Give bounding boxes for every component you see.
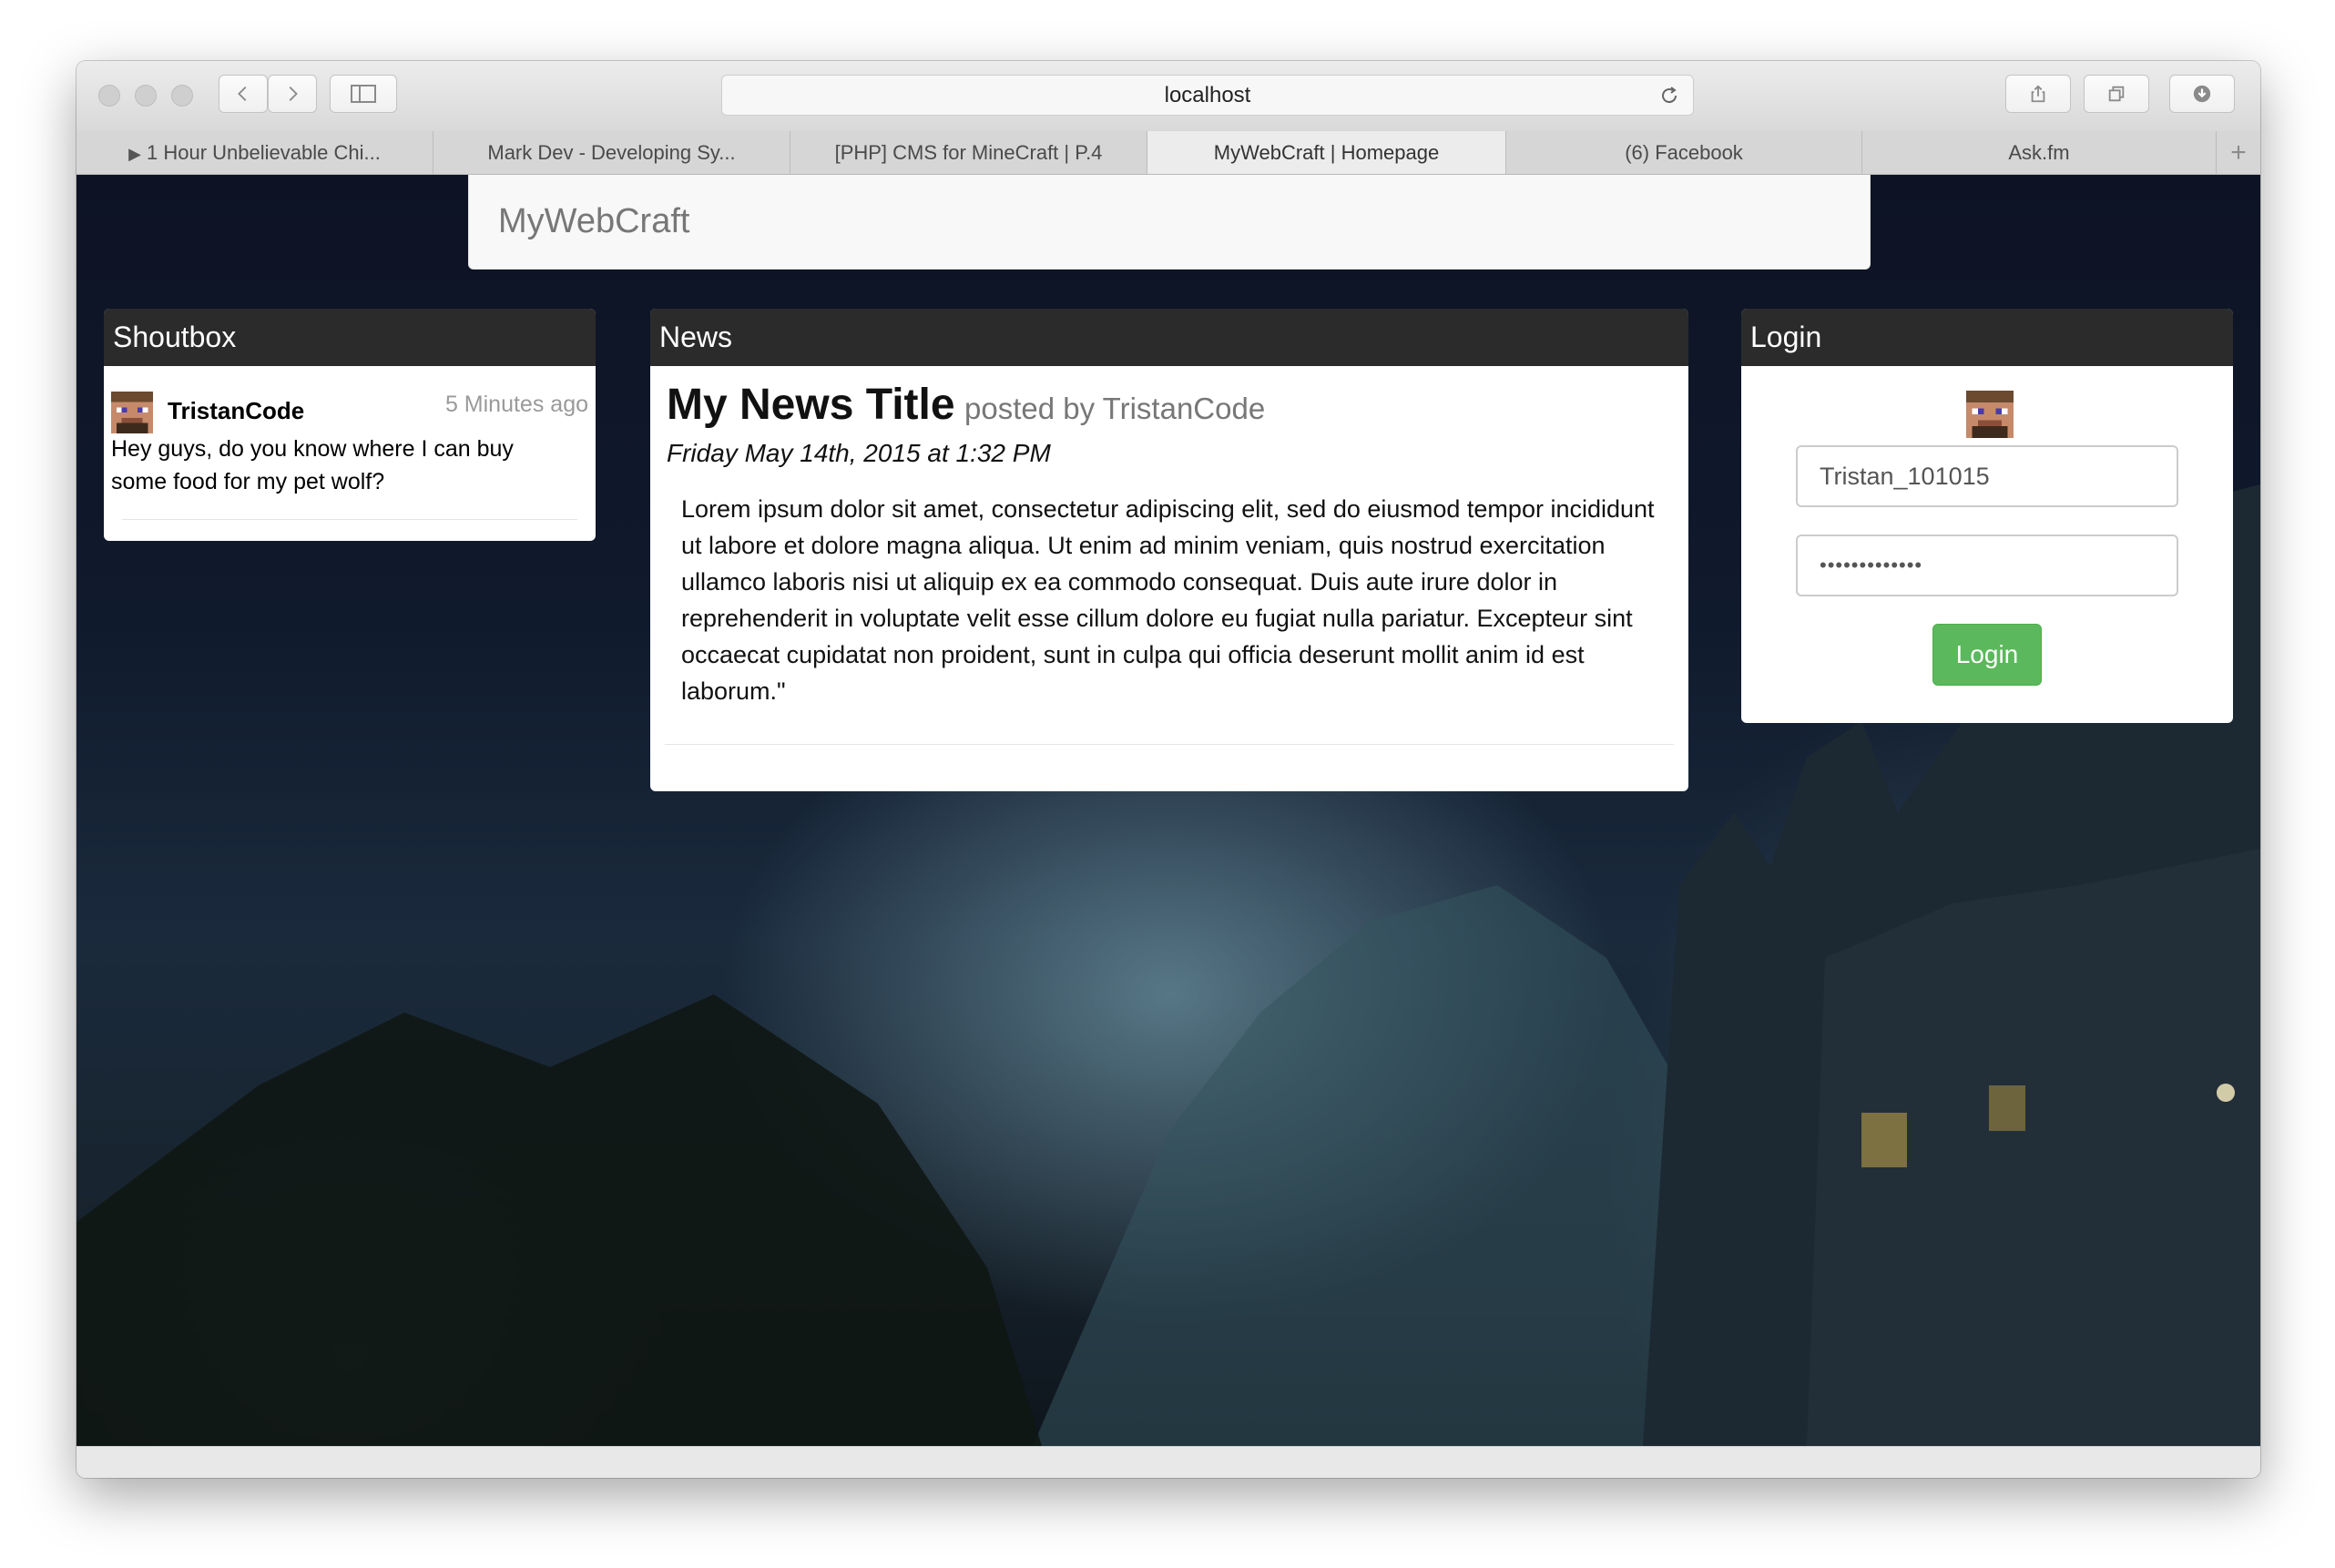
tab-label: [PHP] CMS for MineCraft | P.4 — [834, 141, 1103, 164]
address-bar[interactable]: localhost — [721, 75, 1694, 116]
sidebar-icon — [351, 85, 376, 103]
tabs-icon — [2108, 86, 2125, 102]
browser-window: localhost ▶ 1 Hour Unbelievable Chi... Ma… — [76, 61, 2260, 1478]
browser-bottom-edge — [76, 1446, 2260, 1478]
news-byline: posted by TristanCode — [964, 392, 1266, 425]
shoutbox-title: Shoutbox — [104, 309, 596, 366]
share-button[interactable] — [2005, 75, 2071, 113]
site-navbar: MyWebCraft — [468, 175, 1871, 270]
tab-label: Ask.fm — [2008, 141, 2070, 164]
tab-video[interactable]: ▶ 1 Hour Unbelievable Chi... — [76, 131, 433, 174]
news-date: Friday May 14th, 2015 at 1:32 PM — [667, 439, 1051, 467]
news-post-heading: My News Title posted by TristanCode — [667, 380, 1265, 430]
shout-divider — [122, 519, 577, 520]
tab-php-cms[interactable]: [PHP] CMS for MineCraft | P.4 — [790, 131, 1147, 174]
login-avatar-icon — [1966, 391, 2014, 438]
back-button[interactable] — [219, 75, 268, 113]
tab-askfm[interactable]: Ask.fm — [1862, 131, 2217, 174]
downloads-button[interactable] — [2169, 75, 2235, 113]
shout-timestamp: 5 Minutes ago — [444, 392, 588, 417]
site-brand[interactable]: MyWebCraft — [498, 202, 689, 241]
browser-toolbar: localhost — [76, 61, 2260, 132]
news-title: News — [650, 309, 1688, 366]
tab-label: MyWebCraft | Homepage — [1213, 141, 1440, 164]
forward-button[interactable] — [268, 75, 317, 113]
login-button[interactable]: Login — [1932, 624, 2042, 686]
tab-facebook[interactable]: (6) Facebook — [1506, 131, 1862, 174]
login-title: Login — [1741, 309, 2233, 366]
tab-label: (6) Facebook — [1625, 141, 1743, 164]
share-icon — [2031, 85, 2045, 103]
web-page: MyWebCraft Shoutbox TristanCode 5 Minute… — [76, 175, 2260, 1446]
url-text: localhost — [1164, 83, 1251, 107]
user-avatar-icon — [111, 392, 153, 433]
tab-mark-dev[interactable]: Mark Dev - Developing Sy... — [433, 131, 790, 174]
news-body: Lorem ipsum dolor sit amet, consectetur … — [681, 495, 1655, 705]
chevron-left-icon — [238, 87, 247, 101]
shout-message: Hey guys, do you know where I can buy so… — [111, 436, 514, 494]
new-tab-button[interactable]: + — [2217, 131, 2260, 174]
zoom-window-button[interactable] — [171, 85, 193, 107]
play-icon: ▶ — [128, 145, 142, 163]
tab-bar: ▶ 1 Hour Unbelievable Chi... Mark Dev - D… — [76, 131, 2260, 175]
news-headline: My News Title — [667, 381, 955, 429]
shout-username[interactable]: TristanCode — [168, 397, 304, 425]
username-field[interactable]: Tristan_101015 — [1796, 445, 2178, 507]
download-icon — [2193, 85, 2211, 103]
news-divider — [665, 744, 1674, 745]
minimize-window-button[interactable] — [135, 85, 157, 107]
tab-overview-button[interactable] — [2084, 75, 2149, 113]
tab-label: 1 Hour Unbelievable Chi... — [147, 141, 381, 164]
login-panel: Login Tristan_101015 ••••••••••••• Login — [1741, 309, 2233, 723]
tab-label: Mark Dev - Developing Sy... — [487, 141, 736, 164]
reload-icon[interactable] — [1658, 85, 1680, 107]
tab-mywebcraft[interactable]: MyWebCraft | Homepage — [1147, 131, 1506, 174]
close-window-button[interactable] — [98, 85, 120, 107]
password-field[interactable]: ••••••••••••• — [1796, 535, 2178, 596]
shoutbox-panel: Shoutbox TristanCode 5 Minutes ago Hey g… — [104, 309, 596, 541]
sidebar-toggle-button[interactable] — [330, 75, 397, 113]
news-panel: News My News Title posted by TristanCode… — [650, 309, 1688, 791]
chevron-right-icon — [289, 87, 298, 101]
